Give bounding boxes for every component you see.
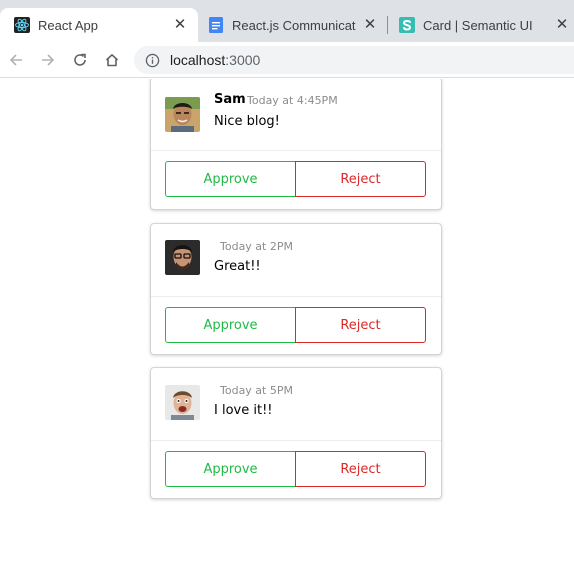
comment-time: Today at 5PM (220, 384, 293, 397)
avatar (165, 97, 200, 132)
comment: Today at 2PM Great!! (151, 224, 441, 297)
comment-text: Great!! (214, 259, 261, 274)
page-content: Sam Today at 4:45PM Nice blog! Approve R… (0, 79, 574, 582)
back-arrow-icon[interactable] (6, 50, 26, 70)
card-actions: Approve Reject (151, 151, 441, 209)
address-bar[interactable]: localhost:3000 (134, 46, 574, 74)
close-tab-icon[interactable]: ✕ (172, 17, 188, 33)
url-text: localhost:3000 (170, 52, 260, 68)
tab-react-app[interactable]: React App ✕ (0, 8, 198, 42)
comment-text: Nice blog! (214, 114, 280, 129)
reject-button[interactable]: Reject (295, 451, 426, 487)
close-tab-icon[interactable]: ✕ (362, 17, 378, 33)
url-port: :3000 (225, 52, 261, 68)
tab-title: React.js Communicatin (232, 17, 356, 33)
forward-arrow-icon[interactable] (38, 50, 58, 70)
semantic-ui-icon (399, 17, 415, 33)
approve-button[interactable]: Approve (165, 161, 296, 197)
react-icon (14, 17, 30, 33)
tab-title: Card | Semantic UI (423, 17, 533, 33)
google-docs-icon (208, 17, 224, 33)
approval-card: Today at 2PM Great!! Approve Reject (150, 223, 442, 355)
home-icon[interactable] (102, 50, 122, 70)
comment: Today at 5PM I love it!! (151, 368, 441, 441)
browser-toolbar: localhost:3000 (0, 42, 574, 78)
reject-button[interactable]: Reject (295, 307, 426, 343)
site-info-icon[interactable] (144, 52, 160, 68)
comment-author[interactable]: Sam (214, 92, 246, 107)
comment-text: I love it!! (214, 403, 273, 418)
card-actions: Approve Reject (151, 441, 441, 499)
url-host: localhost (170, 52, 226, 68)
avatar (165, 240, 200, 275)
tab-title: React App (38, 17, 98, 33)
close-tab-icon[interactable]: ✕ (554, 17, 570, 33)
avatar (165, 385, 200, 420)
tab-divider (387, 16, 388, 34)
tab-react-communication[interactable]: React.js Communicatin ✕ (198, 8, 384, 42)
tab-semantic-ui-card[interactable]: Card | Semantic UI ✕ (389, 8, 574, 42)
approve-button[interactable]: Approve (165, 307, 296, 343)
approve-button[interactable]: Approve (165, 451, 296, 487)
comment-time: Today at 4:45PM (247, 94, 338, 107)
reload-icon[interactable] (70, 50, 90, 70)
comment-time: Today at 2PM (220, 240, 293, 253)
card-actions: Approve Reject (151, 297, 441, 355)
approval-card: Today at 5PM I love it!! Approve Reject (150, 367, 442, 499)
comment: Sam Today at 4:45PM Nice blog! (151, 79, 441, 151)
tab-strip: React App ✕ React.js Communicatin ✕ Card… (0, 0, 574, 42)
approval-card: Sam Today at 4:45PM Nice blog! Approve R… (150, 79, 442, 210)
reject-button[interactable]: Reject (295, 161, 426, 197)
